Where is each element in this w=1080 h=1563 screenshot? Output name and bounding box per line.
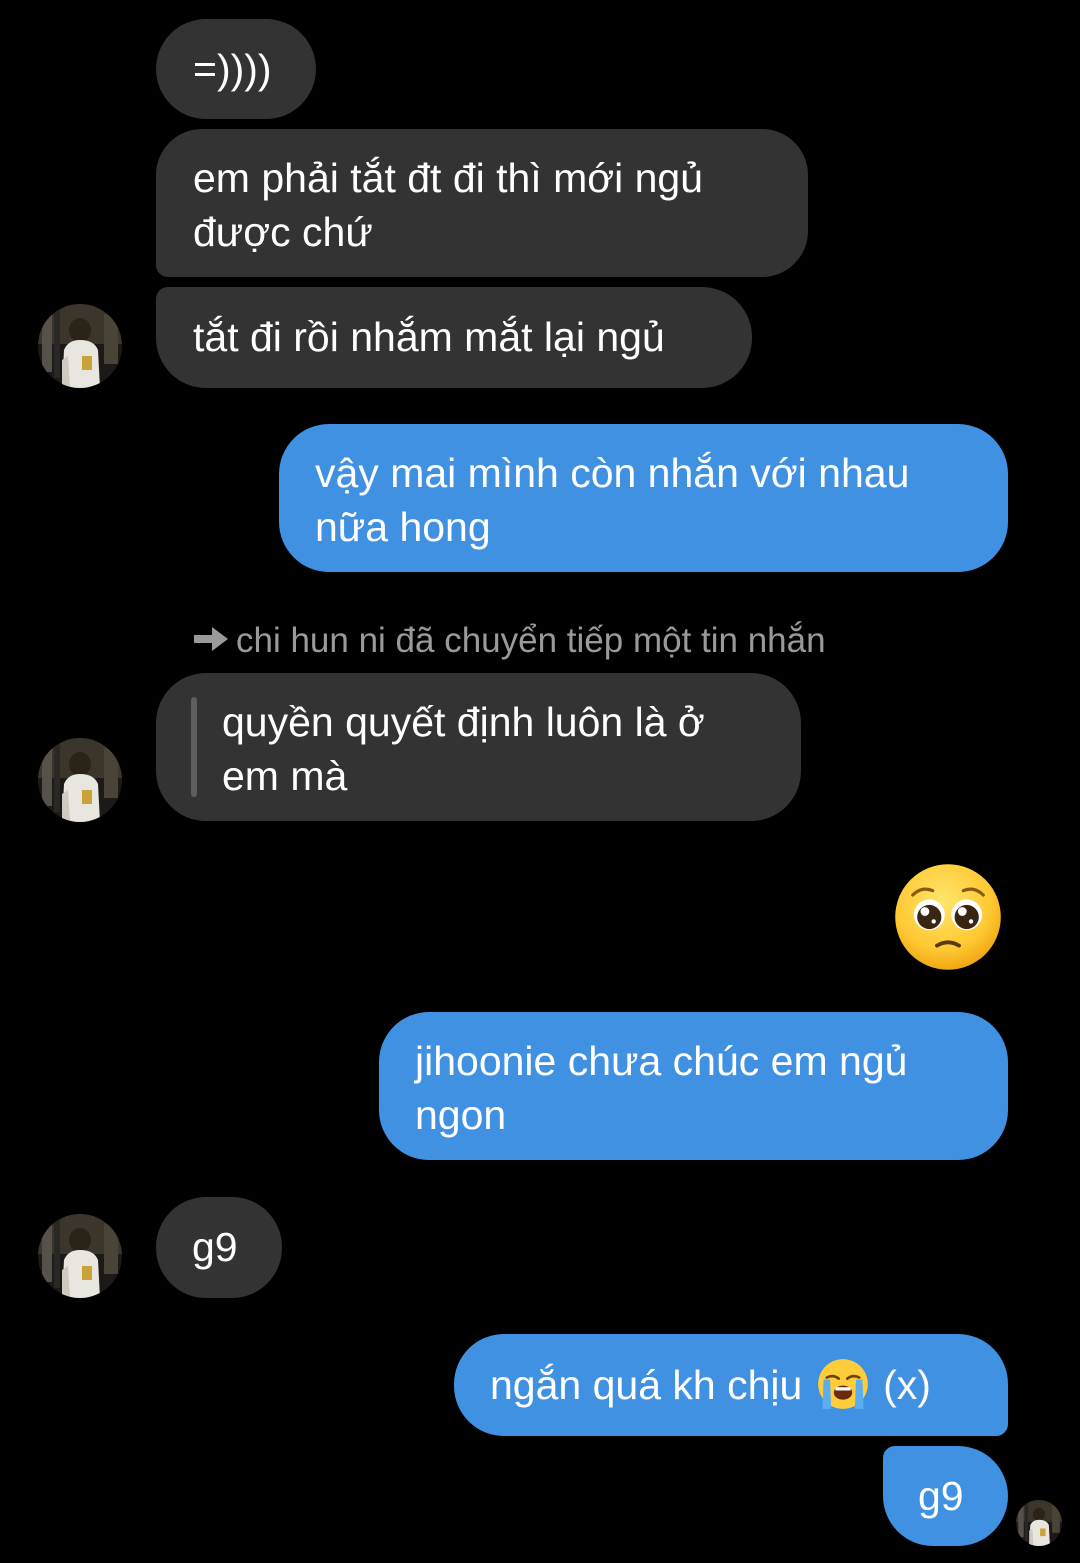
message-bubble-incoming[interactable]: =)))) bbox=[156, 19, 316, 119]
loudly-crying-face-icon bbox=[816, 1357, 870, 1411]
message-bubble-outgoing[interactable]: vậy mai mình còn nhắn với nhau nữa hong bbox=[279, 424, 1008, 572]
message-bubble-incoming[interactable]: g9 bbox=[156, 1197, 282, 1298]
message-text-line: em mà bbox=[222, 753, 348, 799]
contact-avatar[interactable] bbox=[38, 1214, 122, 1298]
pleading-face-icon bbox=[893, 862, 1003, 972]
message-bubble-incoming[interactable]: tắt đi rồi nhắm mắt lại ngủ bbox=[156, 287, 752, 388]
message-text: tắt đi rồi nhắm mắt lại ngủ bbox=[193, 314, 665, 360]
message-text: g9 bbox=[918, 1473, 964, 1519]
message-text-line: quyền quyết định luôn là ở bbox=[222, 699, 705, 745]
contact-avatar[interactable] bbox=[38, 738, 122, 822]
seen-avatar bbox=[1016, 1500, 1062, 1546]
forwarded-message-bubble[interactable]: quyền quyết định luôn là ở em mà bbox=[156, 673, 801, 821]
forward-arrow-icon bbox=[194, 627, 228, 651]
message-bubble-outgoing[interactable]: ngắn quá kh chịu (x) bbox=[454, 1334, 1008, 1436]
forwarded-notice: chi hun ni đã chuyển tiếp một tin nhắn bbox=[192, 616, 826, 666]
message-bubble-incoming[interactable]: em phải tắt đt đi thì mới ngủ được chứ bbox=[156, 129, 808, 277]
message-bubble-outgoing[interactable]: g9 bbox=[883, 1446, 1008, 1546]
message-text-line: em phải tắt đt đi thì mới ngủ bbox=[193, 155, 704, 201]
quote-bar bbox=[191, 697, 197, 797]
message-text-line: jihoonie chưa chúc em ngủ bbox=[415, 1038, 908, 1084]
contact-avatar[interactable] bbox=[38, 304, 122, 388]
message-text-line: được chứ bbox=[193, 209, 373, 255]
message-text: (x) bbox=[883, 1362, 931, 1408]
message-text: =)))) bbox=[193, 46, 272, 92]
message-text-line: vậy mai mình còn nhắn với nhau bbox=[315, 450, 910, 496]
message-text-line: nữa hong bbox=[315, 504, 491, 550]
forwarded-notice-text: chi hun ni đã chuyển tiếp một tin nhắn bbox=[236, 621, 826, 660]
message-bubble-outgoing[interactable]: jihoonie chưa chúc em ngủ ngon bbox=[379, 1012, 1008, 1160]
pleading-face-emoji-message[interactable] bbox=[893, 862, 1003, 972]
message-text-line: ngon bbox=[415, 1092, 507, 1138]
message-text: ngắn quá kh chịu bbox=[490, 1362, 803, 1408]
message-text: g9 bbox=[192, 1224, 238, 1270]
